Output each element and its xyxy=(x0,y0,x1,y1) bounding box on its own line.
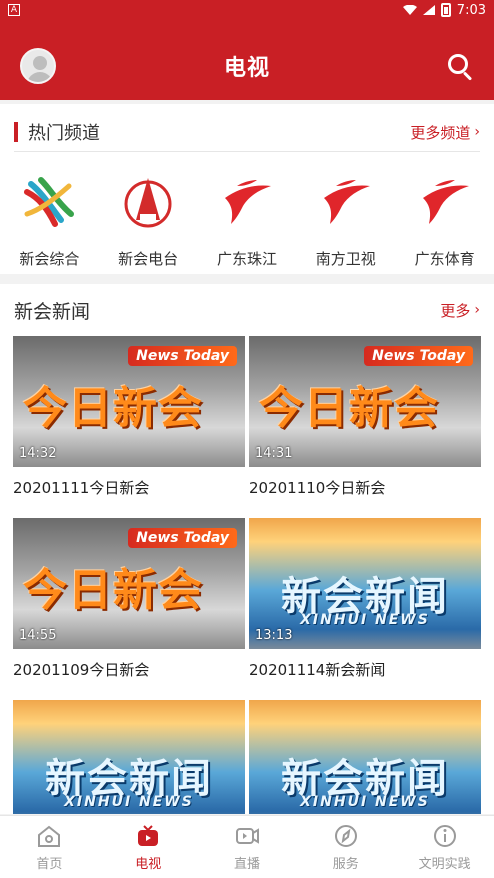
video-duration: 14:55 xyxy=(19,628,57,643)
hot-channels-title: 热门频道 xyxy=(28,123,100,144)
video-thumbnail[interactable]: 新会新闻 XINHUI NEWS xyxy=(249,700,481,814)
nav-label: 电视 xyxy=(135,856,162,872)
hot-channels-section: 热门频道 更多频道 › 新会综合 新会电台 广东珠江 南方卫视 广东体育 xyxy=(0,104,494,274)
video-duration: 14:31 xyxy=(255,446,293,461)
news-more-link[interactable]: 更多 › xyxy=(440,300,480,321)
status-bar: A 7:03 xyxy=(0,0,494,20)
status-left-badge: A xyxy=(8,4,20,16)
channel-name: 广东体育 xyxy=(414,250,475,268)
news-card[interactable]: News Today 今日新会 14:55 20201109今日新会 xyxy=(13,518,245,700)
video-thumbnail[interactable]: News Today 今日新会 14:55 xyxy=(13,518,245,649)
news-caption[interactable]: 20201110今日新会 xyxy=(249,477,481,498)
nav-label: 文明实践 xyxy=(418,856,471,872)
channel-name: 南方卫视 xyxy=(315,250,376,268)
news-today-tag: News Today xyxy=(128,528,237,548)
video-thumbnail[interactable]: 新会新闻 XINHUI NEWS xyxy=(13,700,245,814)
page-title: 电视 xyxy=(223,56,270,81)
news-card[interactable]: 新会新闻 XINHUI NEWS 13:13 20201114新会新闻 xyxy=(249,518,481,700)
channel-name: 新会电台 xyxy=(118,250,179,268)
channel-item-xinhui-radio[interactable]: 新会电台 xyxy=(100,162,196,272)
more-channels-link[interactable]: 更多频道 › xyxy=(410,122,480,143)
nav-label: 服务 xyxy=(332,856,359,872)
section-accent-bar xyxy=(14,122,18,142)
video-duration: 14:32 xyxy=(19,446,57,461)
thumbnail-art-subtext: XINHUI NEWS xyxy=(300,612,430,628)
news-card[interactable]: 新会新闻 XINHUI NEWS xyxy=(13,700,245,814)
nav-label: 首页 xyxy=(36,856,63,872)
gdtv-logo xyxy=(318,174,374,230)
nav-services[interactable]: 服务 xyxy=(296,816,395,878)
nav-live[interactable]: 直播 xyxy=(198,816,297,878)
gdtv-logo xyxy=(417,174,473,230)
app-header: 电视 xyxy=(0,20,494,100)
nav-home[interactable]: 首页 xyxy=(0,816,99,878)
info-icon xyxy=(433,824,456,847)
status-system-icons: 7:03 xyxy=(402,2,486,18)
news-card[interactable]: 新会新闻 XINHUI NEWS xyxy=(249,700,481,814)
channel-name: 广东珠江 xyxy=(216,250,277,268)
news-caption[interactable]: 20201109今日新会 xyxy=(13,659,245,680)
news-card[interactable]: News Today 今日新会 14:32 20201111今日新会 xyxy=(13,336,245,518)
chevron-right-icon: › xyxy=(474,124,480,140)
thumbnail-art-text: 今日新会 xyxy=(23,565,203,616)
channel-name: 新会综合 xyxy=(19,250,80,268)
chevron-right-icon: › xyxy=(474,302,480,318)
video-thumbnail[interactable]: News Today 今日新会 14:31 xyxy=(249,336,481,467)
more-channels-label: 更多频道 xyxy=(410,123,471,142)
news-today-tag: News Today xyxy=(364,346,473,366)
battery-icon xyxy=(440,3,451,17)
news-today-tag: News Today xyxy=(128,346,237,366)
news-caption[interactable]: 20201111今日新会 xyxy=(13,477,245,498)
live-icon xyxy=(235,827,259,844)
bottom-navigation: 首页 电视 直播 服务 文明实践 xyxy=(0,815,494,878)
home-icon xyxy=(38,825,61,847)
channel-item-southern-tv[interactable]: 南方卫视 xyxy=(298,162,394,272)
xinhui-news-section: 新会新闻 更多 › News Today 今日新会 14:32 20201111… xyxy=(0,284,494,814)
top-app-bar: A 7:03 电视 xyxy=(0,0,494,100)
news-card[interactable]: News Today 今日新会 14:31 20201110今日新会 xyxy=(249,336,481,518)
nav-civilization[interactable]: 文明实践 xyxy=(395,816,494,878)
wifi-icon xyxy=(402,5,417,15)
thumbnail-art-text: 今日新会 xyxy=(259,383,439,434)
tv-icon xyxy=(138,824,159,846)
divider xyxy=(14,151,480,152)
status-time: 7:03 xyxy=(456,2,486,18)
news-title: 新会新闻 xyxy=(14,300,91,323)
channel-item-xinhui-general[interactable]: 新会综合 xyxy=(1,162,97,272)
thumbnail-art-text: 今日新会 xyxy=(23,383,203,434)
xinhui-radio-logo xyxy=(120,174,176,230)
news-grid: News Today 今日新会 14:32 20201111今日新会 News … xyxy=(13,336,481,814)
cellular-icon xyxy=(422,5,435,15)
video-thumbnail[interactable]: 新会新闻 XINHUI NEWS 13:13 xyxy=(249,518,481,649)
nav-label: 直播 xyxy=(233,856,260,872)
channel-list: 新会综合 新会电台 广东珠江 南方卫视 广东体育 xyxy=(0,162,494,272)
thumbnail-art-subtext: XINHUI NEWS xyxy=(64,794,194,810)
news-header: 新会新闻 更多 › xyxy=(14,294,480,326)
video-thumbnail[interactable]: News Today 今日新会 14:32 xyxy=(13,336,245,467)
thumbnail-art-subtext: XINHUI NEWS xyxy=(300,794,430,810)
gdtv-logo xyxy=(219,174,275,230)
video-duration: 13:13 xyxy=(255,628,293,643)
nav-tv[interactable]: 电视 xyxy=(99,816,198,878)
compass-icon xyxy=(334,824,357,847)
xinhui-general-logo xyxy=(21,174,77,230)
hot-channels-header: 热门频道 更多频道 › xyxy=(14,118,480,146)
news-more-label: 更多 xyxy=(440,301,471,320)
channel-item-gd-zhujiang[interactable]: 广东珠江 xyxy=(199,162,295,272)
news-caption[interactable]: 20201114新会新闻 xyxy=(249,659,481,680)
channel-item-gd-sports[interactable]: 广东体育 xyxy=(397,162,493,272)
search-icon[interactable] xyxy=(446,52,474,81)
